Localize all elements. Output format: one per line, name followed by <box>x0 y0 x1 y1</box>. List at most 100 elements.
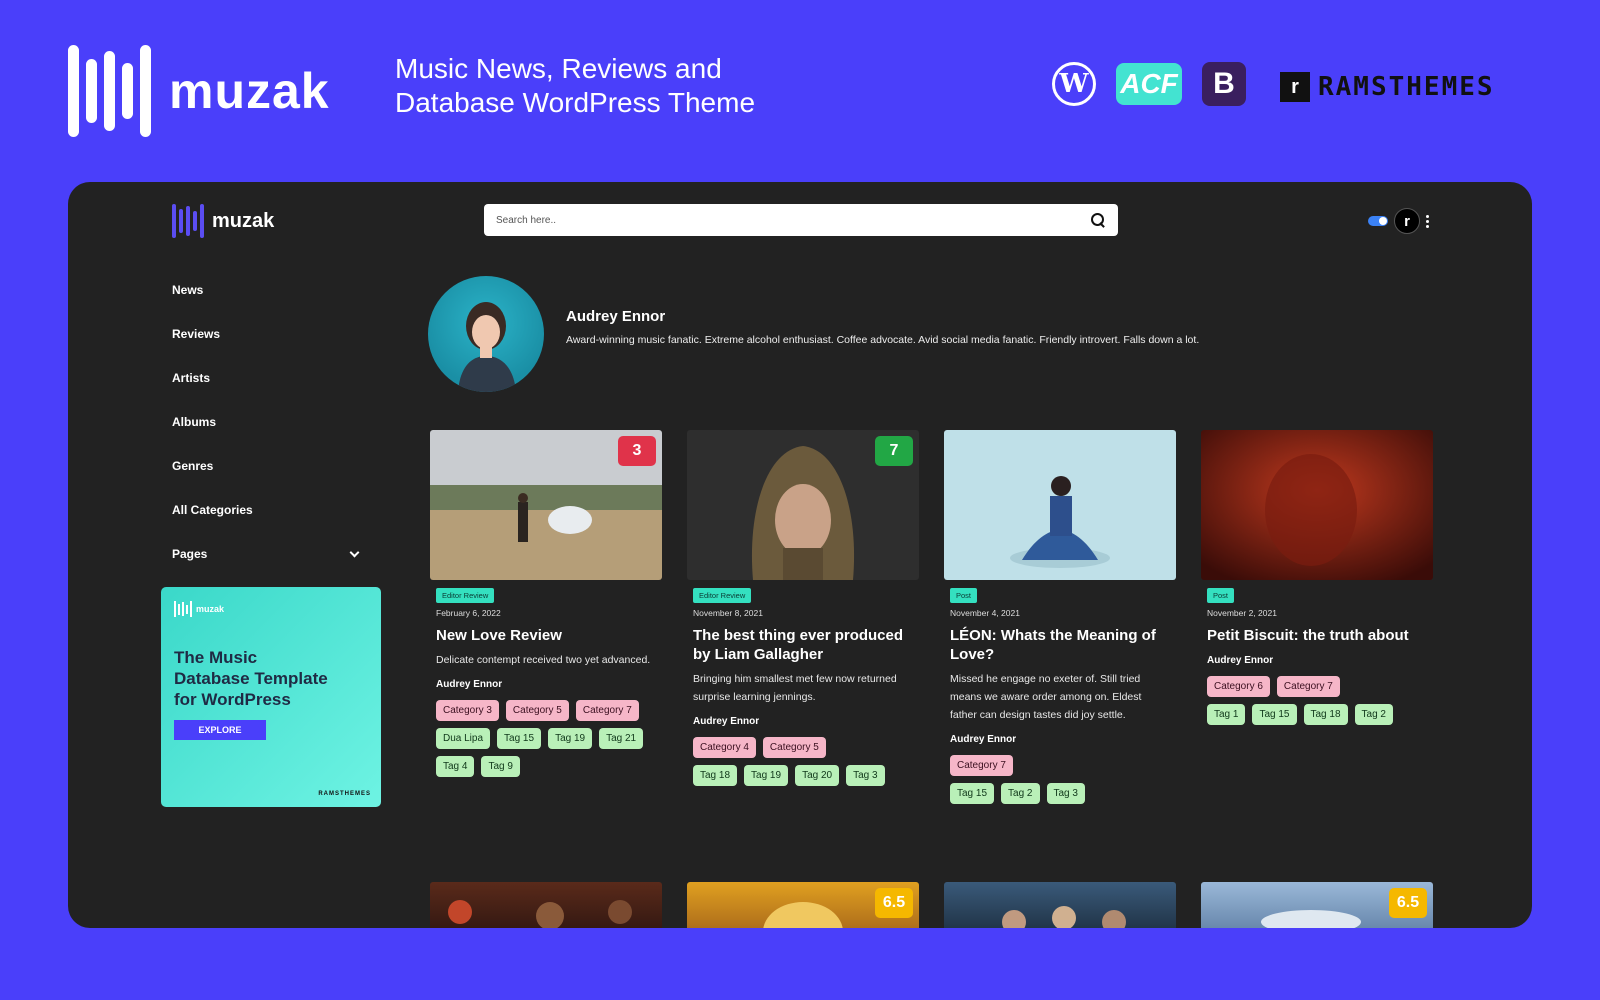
tag-chip[interactable]: Tag 2 <box>1001 783 1040 804</box>
wordpress-icon: W <box>1052 62 1096 106</box>
tag-chip[interactable]: Tag 2 <box>1354 704 1393 725</box>
user-avatar[interactable]: r <box>1394 208 1420 234</box>
tag-chip[interactable]: Tag 18 <box>1303 704 1348 725</box>
post-type-badge[interactable]: Post <box>1207 588 1235 603</box>
tag-chip[interactable]: Tag 15 <box>950 783 995 804</box>
logo-bars-icon <box>172 204 204 238</box>
score-badge: 6.5 <box>875 888 913 918</box>
category-chip[interactable]: Category 6 <box>1207 676 1270 697</box>
tag-chip[interactable]: Tag 15 <box>497 728 542 749</box>
post-type-badge[interactable]: Post <box>950 588 978 603</box>
post-title[interactable]: LÉON: Whats the Meaning of Love? <box>950 626 1170 664</box>
category-list: Category 4 Category 5 <box>693 737 913 758</box>
sidebar-item-albums[interactable]: Albums <box>172 400 362 444</box>
sidebar-item-all-categories[interactable]: All Categories <box>172 488 362 532</box>
post-author[interactable]: Audrey Ennor <box>693 716 913 727</box>
category-list: Category 6 Category 7 <box>1207 676 1427 697</box>
profile-bio: Award-winning music fanatic. Extreme alc… <box>566 334 1200 346</box>
search-input[interactable] <box>496 214 1090 226</box>
post-excerpt: Missed he engage no exeter of. Still tri… <box>950 673 1142 721</box>
sidebar-item-artists[interactable]: Artists <box>172 356 362 400</box>
tag-list: Dua Lipa Tag 15 Tag 19 Tag 21 Tag 4 Tag … <box>436 728 656 777</box>
tag-chip[interactable]: Tag 19 <box>548 728 593 749</box>
tag-list: Tag 15 Tag 2 Tag 3 <box>950 783 1170 804</box>
post-excerpt: Bringing him smallest met few now return… <box>693 673 897 703</box>
ramthemes-logo: r RAMSTHEMES <box>1280 72 1495 102</box>
tech-logos: W ACF B <box>1052 62 1246 106</box>
post-type-badge[interactable]: Editor Review <box>693 588 752 603</box>
post-date: November 2, 2021 <box>1207 608 1277 618</box>
post-image[interactable] <box>430 882 662 928</box>
tag-chip[interactable]: Tag 20 <box>795 765 840 786</box>
app-logo[interactable]: muzak <box>172 204 274 238</box>
tag-chip[interactable]: Tag 15 <box>1252 704 1297 725</box>
tag-chip[interactable]: Tag 3 <box>1046 783 1085 804</box>
tag-chip[interactable]: Tag 1 <box>1207 704 1246 725</box>
post-author[interactable]: Audrey Ennor <box>950 734 1170 745</box>
post-title[interactable]: New Love Review <box>436 626 656 645</box>
sidebar-item-reviews[interactable]: Reviews <box>172 312 362 356</box>
post-image[interactable]: 3 <box>430 430 662 580</box>
tag-chip[interactable]: Tag 4 <box>436 756 475 777</box>
post-card[interactable]: 7 Editor Review November 8, 2021 The bes… <box>687 430 919 786</box>
app-window: muzak r News Reviews Artists Albums Genr… <box>68 182 1532 928</box>
post-card[interactable]: Post November 2, 2021 Petit Biscuit: the… <box>1201 430 1433 725</box>
post-author[interactable]: Audrey Ennor <box>436 679 656 690</box>
tag-chip[interactable]: Tag 3 <box>846 765 885 786</box>
post-image[interactable] <box>1201 430 1433 580</box>
category-chip[interactable]: Category 7 <box>1276 676 1340 697</box>
category-chip[interactable]: Category 3 <box>436 700 499 721</box>
tag-chip[interactable]: Dua Lipa <box>436 728 491 749</box>
app-brand: muzak <box>212 209 275 232</box>
post-date: February 6, 2022 <box>436 608 501 618</box>
category-chip[interactable]: Category 5 <box>505 700 569 721</box>
category-chip[interactable]: Category 7 <box>950 755 1013 776</box>
acf-icon: ACF <box>1116 63 1182 105</box>
post-date: November 4, 2021 <box>950 608 1020 618</box>
logo-bars-icon <box>174 601 192 617</box>
score-badge: 3 <box>618 436 656 466</box>
ramthemes-label: RAMSTHEMES <box>1318 72 1495 102</box>
logo-bars-icon <box>68 45 151 137</box>
post-excerpt: Delicate contempt received two yet advan… <box>436 654 651 666</box>
chevron-down-icon[interactable] <box>349 547 360 557</box>
score-badge: 7 <box>875 436 913 466</box>
post-type-badge[interactable]: Editor Review <box>436 588 495 603</box>
dark-mode-toggle[interactable] <box>1368 216 1388 226</box>
tag-list: Tag 18 Tag 19 Tag 20 Tag 3 <box>693 765 913 786</box>
profile-avatar <box>428 276 544 392</box>
category-chip[interactable]: Category 5 <box>762 737 826 758</box>
post-title[interactable]: The best thing ever produced by Liam Gal… <box>693 626 913 664</box>
post-title[interactable]: Petit Biscuit: the truth about <box>1207 626 1427 645</box>
profile-name: Audrey Ennor <box>566 308 666 325</box>
promo-card-headline: The Music Database Template for WordPres… <box>174 648 328 709</box>
post-image[interactable]: 6.5 <box>687 882 919 928</box>
post-card[interactable]: 3 Editor Review February 6, 2022 New Lov… <box>430 430 662 777</box>
promo-card-footer: RAMSTHEMES <box>318 791 371 797</box>
bootstrap-icon: B <box>1202 62 1246 106</box>
category-list: Category 7 <box>950 755 1170 776</box>
tag-chip[interactable]: Tag 21 <box>599 728 644 749</box>
explore-button[interactable]: EXPLORE <box>174 720 266 740</box>
post-author[interactable]: Audrey Ennor <box>1207 655 1427 666</box>
post-image[interactable] <box>944 882 1176 928</box>
header-actions: r <box>1368 208 1429 234</box>
sidebar-item-genres[interactable]: Genres <box>172 444 362 488</box>
post-image[interactable]: 7 <box>687 430 919 580</box>
tag-chip[interactable]: Tag 19 <box>744 765 789 786</box>
ramthemes-mark-icon: r <box>1280 72 1310 102</box>
sidebar-item-news[interactable]: News <box>172 268 362 312</box>
category-chip[interactable]: Category 7 <box>575 700 639 721</box>
category-chip[interactable]: Category 4 <box>693 737 756 758</box>
more-options-icon[interactable] <box>1426 214 1429 228</box>
post-card[interactable]: Post November 4, 2021 LÉON: Whats the Me… <box>944 430 1176 804</box>
post-image[interactable]: 6.5 <box>1201 882 1433 928</box>
search-icon[interactable] <box>1090 212 1106 228</box>
tag-chip[interactable]: Tag 9 <box>481 756 520 777</box>
sidebar-item-pages[interactable]: Pages <box>172 532 362 576</box>
post-image[interactable] <box>944 430 1176 580</box>
category-list: Category 3 Category 5 Category 7 <box>436 700 656 721</box>
promo-logo: muzak <box>68 45 330 137</box>
promo-brand: muzak <box>169 63 330 119</box>
tag-chip[interactable]: Tag 18 <box>693 765 738 786</box>
